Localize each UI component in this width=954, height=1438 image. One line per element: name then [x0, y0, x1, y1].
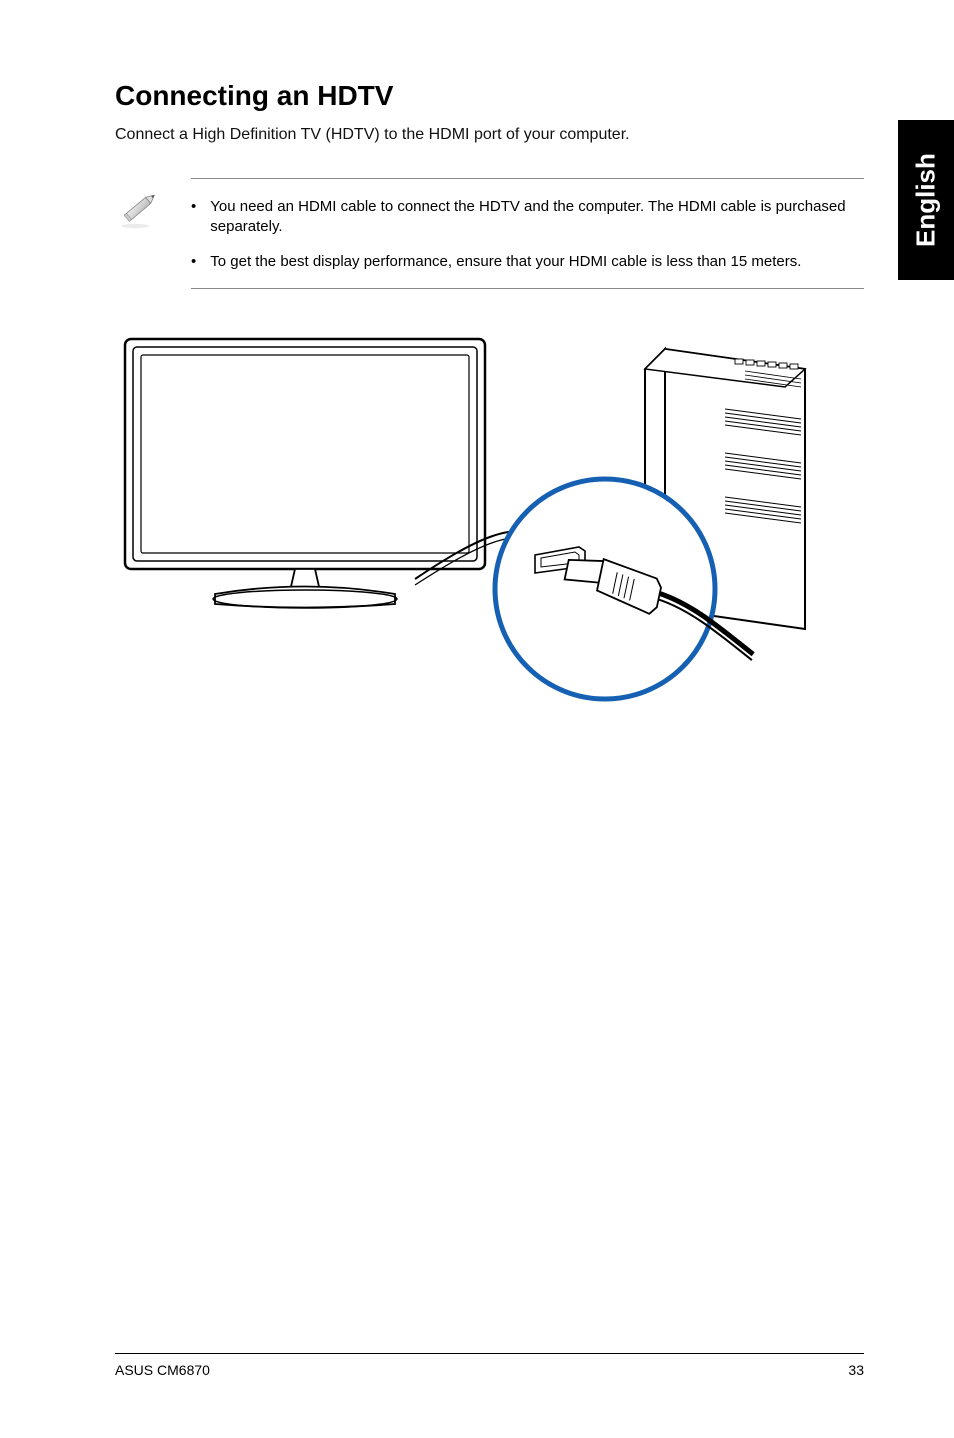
language-tab: English — [898, 120, 954, 280]
section-heading: Connecting an HDTV — [115, 80, 864, 112]
note-item: • To get the best display performance, e… — [191, 252, 864, 272]
bullet-icon: • — [191, 197, 196, 238]
note-text: You need an HDMI cable to connect the HD… — [210, 197, 864, 238]
footer-page-number: 33 — [848, 1362, 864, 1378]
intro-text: Connect a High Definition TV (HDTV) to t… — [115, 126, 864, 144]
note-text: To get the best display performance, ens… — [210, 252, 801, 272]
bullet-icon: • — [191, 252, 196, 272]
note-item: • You need an HDMI cable to connect the … — [191, 197, 864, 238]
page-container: English Connecting an HDTV Connect a Hig… — [0, 0, 954, 1438]
note-block: • You need an HDMI cable to connect the … — [115, 178, 864, 289]
footer-model: ASUS CM6870 — [115, 1362, 210, 1378]
pencil-icon — [115, 184, 163, 237]
note-content: • You need an HDMI cable to connect the … — [191, 178, 864, 289]
page-footer: ASUS CM6870 33 — [115, 1353, 864, 1378]
connection-diagram — [115, 329, 835, 709]
